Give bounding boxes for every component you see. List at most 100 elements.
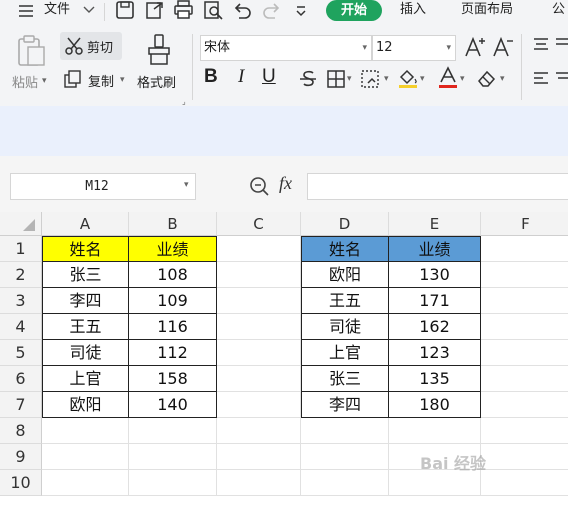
clear-format-dropdown-icon[interactable]: ▾ — [500, 74, 505, 84]
borders-icon[interactable] — [326, 69, 346, 89]
font-color-icon[interactable] — [437, 66, 459, 90]
align-top-icon[interactable] — [532, 36, 550, 54]
cell-d8[interactable] — [301, 418, 389, 444]
font-name-dropdown-icon[interactable]: ▾ — [362, 36, 367, 60]
font-size-select[interactable]: 12 ▾ — [372, 35, 456, 61]
cell-d5[interactable]: 上官 — [301, 340, 389, 366]
print-preview-icon[interactable] — [203, 0, 225, 20]
format-painter-icon[interactable] — [146, 34, 172, 66]
cell-a1[interactable]: 姓名 — [42, 236, 129, 262]
italic-button[interactable]: I — [238, 66, 244, 88]
align-left-icon[interactable] — [532, 70, 550, 88]
borders-dropdown-icon[interactable]: ▾ — [347, 74, 352, 84]
cell-b8[interactable] — [129, 418, 217, 444]
undo-icon[interactable] — [232, 0, 252, 20]
increase-font-size-icon[interactable] — [464, 36, 486, 58]
name-box[interactable]: M12 — [10, 173, 196, 200]
paste-icon[interactable] — [14, 35, 48, 67]
cell-f6[interactable] — [481, 366, 568, 392]
cell-d10[interactable] — [301, 470, 389, 496]
fx-button[interactable]: fx — [279, 173, 292, 194]
cell-c6[interactable] — [217, 366, 301, 392]
cell-e9[interactable] — [389, 444, 481, 470]
cell-a5[interactable]: 司徒 — [42, 340, 129, 366]
cell-c1[interactable] — [217, 236, 301, 262]
cell-f1[interactable] — [481, 236, 568, 262]
cell-d2[interactable]: 欧阳 — [301, 262, 389, 288]
cell-e2[interactable]: 130 — [389, 262, 481, 288]
name-box-dropdown-icon[interactable]: ▾ — [184, 180, 189, 190]
column-header-c[interactable]: C — [217, 212, 301, 236]
cell-c10[interactable] — [217, 470, 301, 496]
hamburger-icon[interactable] — [18, 4, 34, 18]
cell-d1[interactable]: 姓名 — [301, 236, 389, 262]
row-header-6[interactable]: 6 — [0, 366, 42, 392]
row-header-1[interactable]: 1 — [0, 236, 42, 262]
row-header-2[interactable]: 2 — [0, 262, 42, 288]
cell-f5[interactable] — [481, 340, 568, 366]
tab-page-layout[interactable]: 页面布局 — [461, 0, 513, 20]
paste-dropdown-icon[interactable]: ▾ — [42, 76, 47, 86]
cell-c5[interactable] — [217, 340, 301, 366]
format-painter-button[interactable]: 格式刷 — [137, 72, 176, 91]
redo-icon[interactable] — [262, 0, 282, 20]
row-header-3[interactable]: 3 — [0, 288, 42, 314]
cell-e6[interactable]: 135 — [389, 366, 481, 392]
cell-c4[interactable] — [217, 314, 301, 340]
quick-access-more-icon[interactable] — [294, 4, 308, 18]
cell-b3[interactable]: 109 — [129, 288, 217, 314]
column-header-a[interactable]: A — [42, 212, 129, 236]
cut-button[interactable]: 剪切 — [60, 32, 122, 60]
cell-a3[interactable]: 李四 — [42, 288, 129, 314]
cell-c8[interactable] — [217, 418, 301, 444]
cell-style-icon[interactable] — [360, 69, 382, 89]
cell-e4[interactable]: 162 — [389, 314, 481, 340]
cell-e5[interactable]: 123 — [389, 340, 481, 366]
cell-d9[interactable] — [301, 444, 389, 470]
fill-color-dropdown-icon[interactable]: ▾ — [420, 74, 425, 84]
column-header-e[interactable]: E — [389, 212, 481, 236]
cell-b2[interactable]: 108 — [129, 262, 217, 288]
save-icon[interactable] — [115, 0, 135, 20]
cell-f2[interactable] — [481, 262, 568, 288]
tab-start[interactable]: 开始 — [326, 0, 382, 21]
chevron-down-icon[interactable] — [83, 5, 95, 15]
print-icon[interactable] — [173, 0, 195, 20]
bold-button[interactable]: B — [204, 66, 218, 88]
cell-a7[interactable]: 欧阳 — [42, 392, 129, 418]
cell-d6[interactable]: 张三 — [301, 366, 389, 392]
cell-a8[interactable] — [42, 418, 129, 444]
cell-d7[interactable]: 李四 — [301, 392, 389, 418]
font-color-dropdown-icon[interactable]: ▾ — [460, 74, 465, 84]
copy-icon[interactable] — [64, 70, 82, 88]
copy-button[interactable]: 复制 — [88, 71, 114, 90]
cell-f3[interactable] — [481, 288, 568, 314]
clipboard-launcher-icon[interactable]: ⌟ — [182, 97, 186, 106]
cell-b4[interactable]: 116 — [129, 314, 217, 340]
cell-a10[interactable] — [42, 470, 129, 496]
align-center-icon-partial[interactable] — [554, 70, 568, 88]
cell-b1[interactable]: 业绩 — [129, 236, 217, 262]
row-header-5[interactable]: 5 — [0, 340, 42, 366]
cell-b5[interactable]: 112 — [129, 340, 217, 366]
cell-b9[interactable] — [129, 444, 217, 470]
fill-color-icon[interactable] — [397, 67, 419, 89]
tab-insert[interactable]: 插入 — [400, 0, 426, 20]
decrease-font-size-icon[interactable] — [492, 36, 514, 58]
cell-e7[interactable]: 180 — [389, 392, 481, 418]
select-all-corner[interactable] — [0, 212, 42, 236]
underline-button[interactable]: U — [262, 66, 276, 88]
copy-dropdown-icon[interactable]: ▾ — [120, 75, 125, 85]
export-icon[interactable] — [144, 0, 166, 20]
cell-a4[interactable]: 王五 — [42, 314, 129, 340]
cell-f7[interactable] — [481, 392, 568, 418]
row-header-10[interactable]: 10 — [0, 470, 42, 496]
column-header-d[interactable]: D — [301, 212, 389, 236]
clear-format-icon[interactable] — [476, 68, 498, 88]
column-header-f[interactable]: F — [481, 212, 568, 236]
row-header-4[interactable]: 4 — [0, 314, 42, 340]
cell-style-dropdown-icon[interactable]: ▾ — [384, 74, 389, 84]
cell-b7[interactable]: 140 — [129, 392, 217, 418]
cell-b10[interactable] — [129, 470, 217, 496]
cell-d3[interactable]: 王五 — [301, 288, 389, 314]
